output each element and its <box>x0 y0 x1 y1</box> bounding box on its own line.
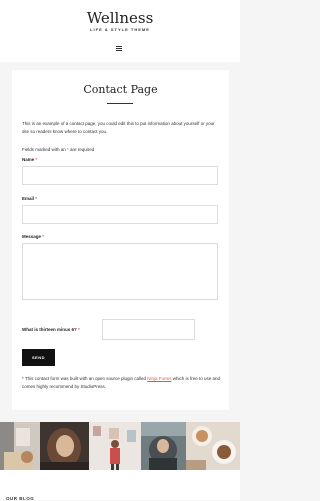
email-label-text: Email <box>22 196 35 201</box>
message-label-text: Message <box>22 234 42 239</box>
gallery-photo-2[interactable] <box>40 422 89 470</box>
message-required-mark: * <box>42 234 45 239</box>
photo-gallery <box>0 422 240 470</box>
gallery-photo-4[interactable] <box>141 422 186 470</box>
required-note: Fields marked with an * are required <box>22 147 94 152</box>
gallery-photo-5[interactable] <box>186 422 240 470</box>
contact-card: Contact Page This is an example of a con… <box>12 70 229 410</box>
footer-area: OUR BLOG <box>0 470 240 501</box>
send-button[interactable]: SEND <box>22 349 55 366</box>
gallery-photo-3[interactable] <box>89 422 141 470</box>
required-note-suffix: are required <box>68 147 95 152</box>
page-title: Contact Page <box>83 83 158 96</box>
form-footnote: * This contact form was built with an op… <box>22 375 222 391</box>
name-required-mark: * <box>35 157 38 162</box>
hamburger-menu-icon[interactable] <box>115 45 125 53</box>
ninja-forms-link[interactable]: Ninja Forms <box>147 376 171 381</box>
message-textarea[interactable] <box>22 243 218 300</box>
gallery-photo-1[interactable] <box>0 422 40 470</box>
blog-section-label: OUR BLOG <box>6 496 35 501</box>
site-title[interactable]: Wellness <box>0 9 240 27</box>
captcha-field[interactable] <box>102 319 195 340</box>
intro-text: This is an example of a contact page, yo… <box>22 121 215 134</box>
name-field[interactable] <box>22 166 218 185</box>
site-tagline: LIFE & STYLE THEME <box>90 27 150 32</box>
email-required-mark: * <box>35 196 38 201</box>
message-label: Message * <box>22 234 44 239</box>
name-label-text: Name <box>22 157 35 162</box>
email-field[interactable] <box>22 205 218 224</box>
required-note-prefix: Fields marked with an <box>22 147 68 152</box>
title-divider <box>107 103 133 104</box>
footnote-prefix: * This contact form was built with an op… <box>22 376 148 381</box>
name-label: Name * <box>22 157 37 162</box>
captcha-label-text: What is thirteen minus 6? <box>22 327 77 332</box>
captcha-required-mark: * <box>78 327 80 332</box>
email-label: Email * <box>22 196 37 201</box>
captcha-label: What is thirteen minus 6? * <box>22 327 80 332</box>
site-header: Wellness LIFE & STYLE THEME <box>0 0 240 62</box>
